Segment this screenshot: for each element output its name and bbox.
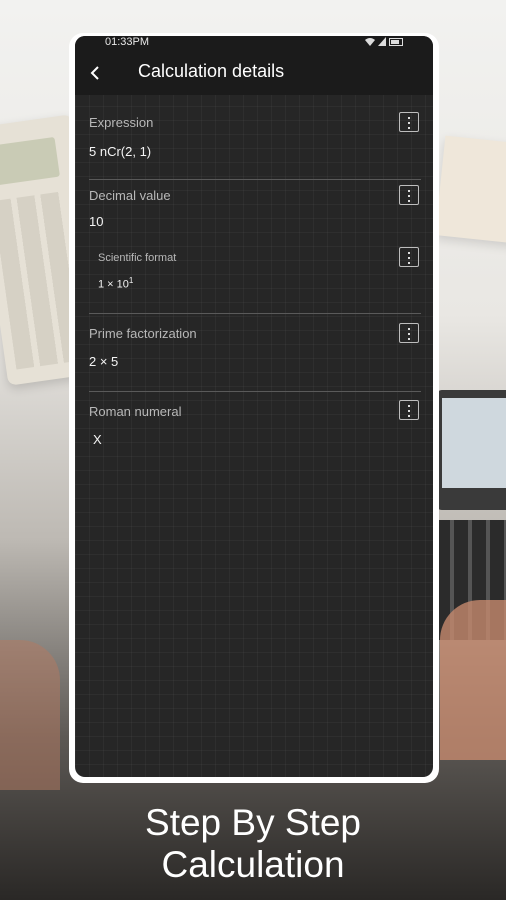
wifi-icon	[365, 38, 375, 46]
status-time: 01:33PM	[105, 36, 150, 48]
roman-value: X	[93, 432, 102, 447]
scientific-value: 1 × 101	[98, 276, 398, 291]
caption-line-2: Calculation	[161, 844, 345, 885]
prime-label: Prime factorization	[89, 326, 197, 341]
promo-caption: Step By Step Calculation	[0, 802, 506, 886]
roman-more-vert-icon[interactable]	[399, 400, 419, 420]
decimal-value: 10	[89, 214, 104, 229]
background-hand-left	[0, 640, 60, 790]
scientific-more-vert-icon[interactable]	[399, 247, 419, 267]
roman-label: Roman numeral	[89, 404, 182, 419]
battery-icon	[389, 37, 403, 46]
divider	[89, 179, 421, 180]
divider	[89, 313, 421, 314]
expression-more-vert-icon[interactable]	[399, 112, 419, 132]
background-hand	[440, 600, 506, 760]
background-calculator-display	[0, 136, 60, 187]
background-laptop-screen	[442, 398, 506, 488]
decimal-label: Decimal value	[89, 188, 171, 203]
page-title: Calculation details	[138, 61, 285, 81]
roman-section: Roman numeral X	[89, 404, 421, 447]
signal-icon	[378, 37, 386, 46]
phone-frame: 01:33PM Calculation details Expression 5…	[69, 33, 439, 783]
caption-line-1: Step By Step	[145, 802, 361, 843]
status-bar: 01:33PM	[75, 36, 433, 50]
phone-screen: 01:33PM Calculation details Expression 5…	[75, 36, 433, 777]
status-icons	[365, 37, 403, 46]
scientific-exponent: 1	[128, 276, 134, 285]
expression-label: Expression	[89, 115, 154, 130]
app-bar: Calculation details	[75, 50, 433, 95]
scientific-mantissa: 1 × 10	[98, 278, 129, 291]
prime-value: 2 × 5	[89, 354, 119, 369]
decimal-more-vert-icon[interactable]	[399, 185, 419, 205]
scientific-label: Scientific format	[98, 252, 177, 264]
scientific-section: Scientific format 1 × 101	[98, 252, 398, 291]
background-notepad	[435, 135, 506, 245]
prime-more-vert-icon[interactable]	[399, 323, 419, 343]
prime-section: Prime factorization 2 × 5	[89, 326, 421, 369]
decimal-section: Decimal value 10	[89, 188, 421, 229]
back-arrow-icon[interactable]	[85, 62, 107, 84]
expression-value: 5 nCr(2, 1)	[89, 144, 152, 159]
background-laptop	[436, 390, 506, 510]
divider	[89, 391, 421, 392]
expression-section: Expression 5 nCr(2, 1)	[89, 115, 421, 159]
